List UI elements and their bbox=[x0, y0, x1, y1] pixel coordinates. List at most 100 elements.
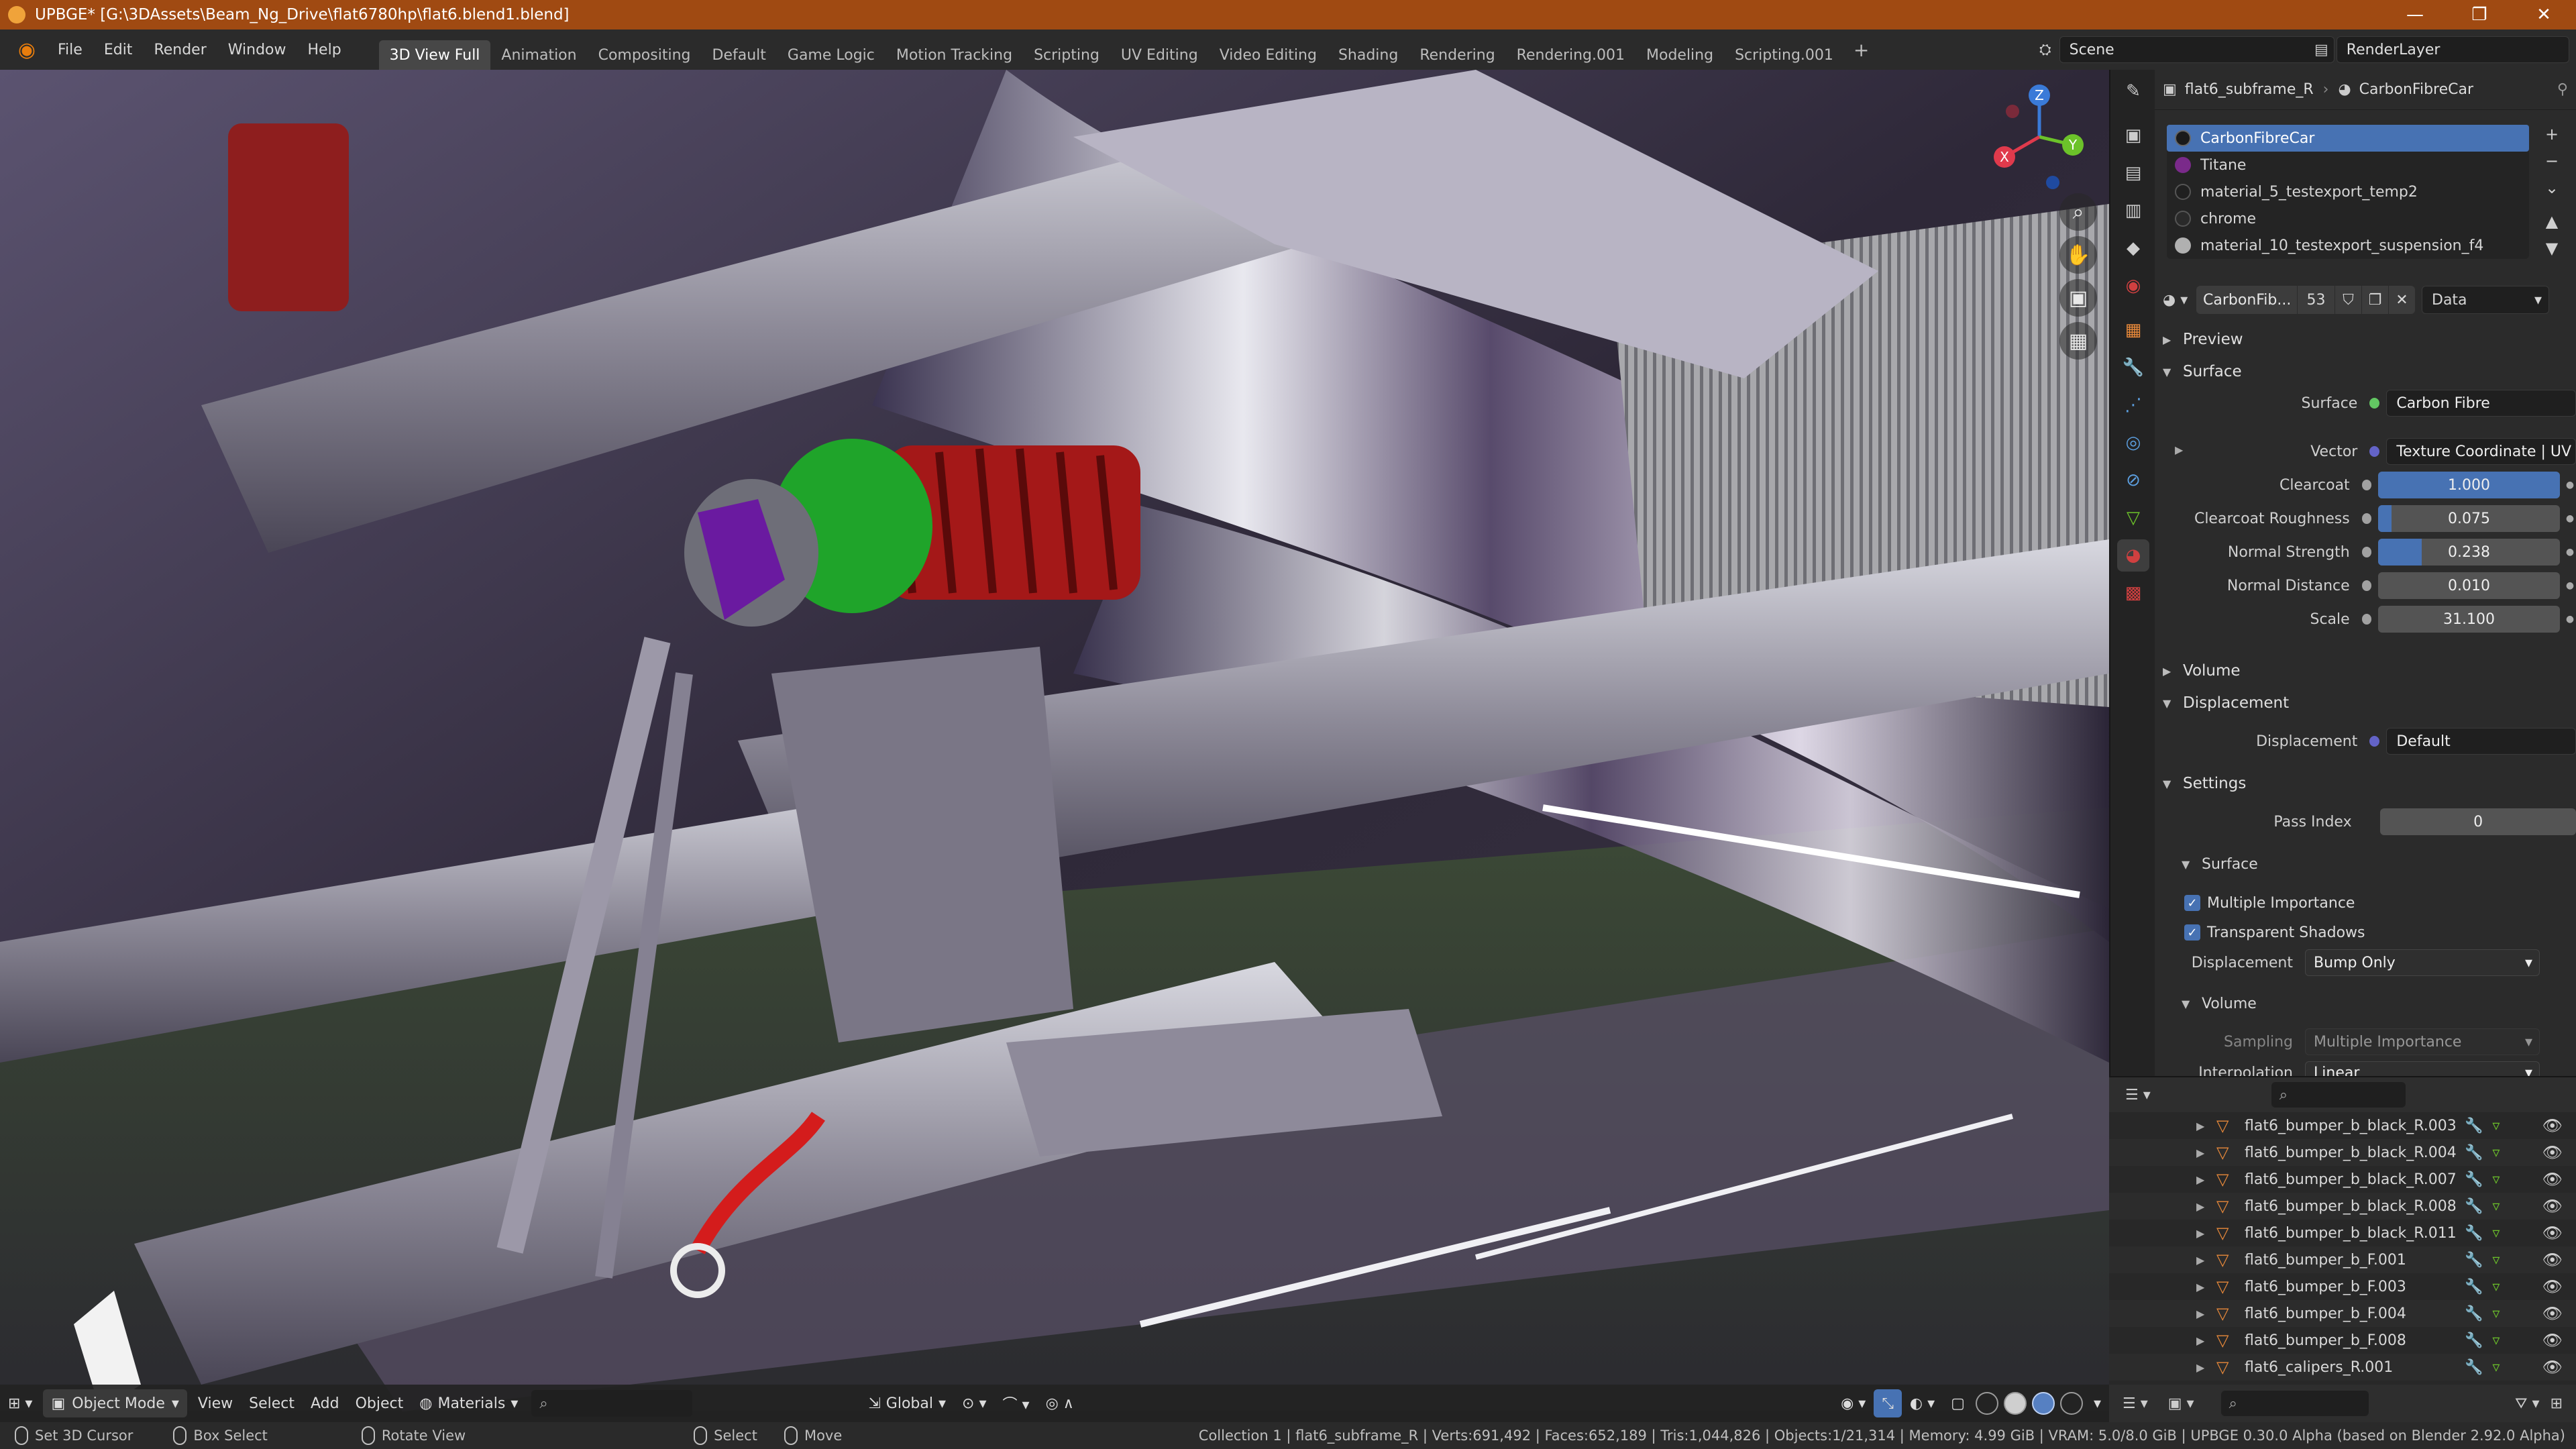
eye-icon[interactable]: 👁 bbox=[2542, 1331, 2563, 1350]
expand-arrow-icon[interactable]: ▶ bbox=[2196, 1120, 2216, 1132]
pan-hand-icon[interactable]: ✋ bbox=[2059, 236, 2097, 274]
shading-material-icon[interactable] bbox=[2031, 1392, 2055, 1415]
view-layer-name[interactable]: RenderLayer bbox=[2336, 36, 2569, 63]
add-workspace-button[interactable]: + bbox=[1844, 39, 1878, 61]
unlink-material-icon[interactable]: ✕ bbox=[2388, 286, 2415, 314]
eye-icon[interactable]: 👁 bbox=[2542, 1250, 2563, 1269]
eye-icon[interactable]: 👁 bbox=[2542, 1170, 2563, 1189]
wrench-icon[interactable]: 🔧 bbox=[2465, 1332, 2483, 1349]
material-slot[interactable]: Titane bbox=[2167, 152, 2529, 178]
clearcoat-roughness-slider[interactable]: 0.075 bbox=[2378, 505, 2560, 532]
surface-shader-field[interactable]: Carbon Fibre bbox=[2386, 390, 2576, 417]
eye-icon[interactable]: 👁 bbox=[2542, 1277, 2563, 1296]
expand-arrow-icon[interactable]: ▶ bbox=[2196, 1334, 2216, 1347]
viewport-render[interactable] bbox=[0, 70, 2109, 1411]
mesh-data-icon[interactable]: ▿ bbox=[2492, 1332, 2500, 1349]
minimize-button[interactable]: — bbox=[2383, 0, 2447, 30]
tab-compositing[interactable]: Compositing bbox=[588, 40, 702, 70]
wrench-icon[interactable]: 🔧 bbox=[2465, 1279, 2483, 1295]
transparent-shadows-checkbox[interactable]: ✓ Transparent Shadows bbox=[2184, 919, 2385, 946]
material-link-dropdown[interactable]: Data ▾ bbox=[2422, 286, 2549, 314]
close-button[interactable]: ✕ bbox=[2512, 0, 2576, 30]
eye-icon[interactable]: 👁 bbox=[2542, 1224, 2563, 1242]
proportional-edit-icon[interactable]: ◎ ∧ bbox=[1038, 1389, 1082, 1417]
view-layer-tab-icon[interactable]: ▥ bbox=[2117, 195, 2149, 227]
tab-uv-editing[interactable]: UV Editing bbox=[1110, 40, 1209, 70]
outliner-bottom-search-input[interactable]: ⌕ bbox=[2220, 1391, 2369, 1416]
list-item[interactable]: ▶ ▽ flat6_bumper_b_black_R.004 🔧 ▿ 👁 bbox=[2109, 1139, 2576, 1166]
scene-name[interactable]: Scene bbox=[2059, 36, 2334, 63]
outliner-search-input[interactable]: ⌕ bbox=[2271, 1082, 2406, 1108]
eye-icon[interactable]: 👁 bbox=[2542, 1197, 2563, 1216]
chevron-right-icon[interactable]: ▶ bbox=[2175, 443, 2183, 456]
browse-material-icon[interactable]: ◕ ▾ bbox=[2163, 292, 2196, 309]
material-slot[interactable]: material_10_testexport_suspension_f4 bbox=[2167, 232, 2529, 259]
vector-field[interactable]: Texture Coordinate | UV bbox=[2386, 438, 2576, 465]
world-tab-icon[interactable]: ◉ bbox=[2117, 270, 2149, 302]
constraints-tab-icon[interactable]: ⊘ bbox=[2117, 464, 2149, 496]
render-tab-icon[interactable]: ▣ bbox=[2117, 119, 2149, 152]
expand-arrow-icon[interactable]: ▶ bbox=[2196, 1200, 2216, 1213]
menu-add[interactable]: Add bbox=[303, 1389, 347, 1417]
list-item[interactable]: ▶ ▽ flat6_bumper_b_F.003 🔧 ▿ 👁 bbox=[2109, 1273, 2576, 1300]
mesh-data-icon[interactable]: ▿ bbox=[2492, 1118, 2500, 1134]
data-tab-icon[interactable]: ▽ bbox=[2117, 502, 2149, 534]
tab-rendering-001[interactable]: Rendering.001 bbox=[1506, 40, 1635, 70]
shading-materials-dropdown[interactable]: ◍ Materials ▾ bbox=[411, 1389, 526, 1417]
fake-user-shield-icon[interactable]: ⛉ bbox=[2334, 286, 2361, 314]
physics-tab-icon[interactable]: ◎ bbox=[2117, 427, 2149, 459]
mesh-data-icon[interactable]: ▿ bbox=[2492, 1198, 2500, 1215]
add-slot-button[interactable]: + bbox=[2538, 121, 2565, 148]
tab-game-logic[interactable]: Game Logic bbox=[777, 40, 885, 70]
expand-arrow-icon[interactable]: ▶ bbox=[2196, 1254, 2216, 1267]
scene-selector[interactable]: ⛭ Scene bbox=[2039, 36, 2334, 63]
tab-default[interactable]: Default bbox=[702, 40, 777, 70]
menu-select[interactable]: Select bbox=[241, 1389, 303, 1417]
settings-volume-subpanel-header[interactable]: ▼ Volume bbox=[2182, 989, 2571, 1018]
menu-help[interactable]: Help bbox=[297, 30, 352, 70]
normal-strength-slider[interactable]: 0.238 bbox=[2378, 539, 2560, 566]
material-slot[interactable]: chrome bbox=[2167, 205, 2529, 232]
menu-render[interactable]: Render bbox=[143, 30, 217, 70]
shading-wireframe-icon[interactable] bbox=[1975, 1392, 1998, 1415]
maximize-button[interactable]: ❐ bbox=[2447, 0, 2512, 30]
snap-icon[interactable]: ⌒ ▾ bbox=[995, 1389, 1038, 1417]
tab-scripting[interactable]: Scripting bbox=[1023, 40, 1110, 70]
eye-icon[interactable]: 👁 bbox=[2542, 1358, 2563, 1377]
menu-view[interactable]: View bbox=[190, 1389, 241, 1417]
clearcoat-slider[interactable]: 1.000 bbox=[2378, 472, 2560, 498]
keyframe-dot-icon[interactable]: ● bbox=[2564, 547, 2576, 557]
new-collection-icon[interactable]: ⊞ bbox=[2551, 1395, 2563, 1412]
menu-object[interactable]: Object bbox=[347, 1389, 412, 1417]
tab-shading[interactable]: Shading bbox=[1328, 40, 1409, 70]
3d-viewport[interactable]: Z Y X ⌕ ✋ ▣ ▦ bbox=[0, 70, 2109, 1411]
mesh-data-icon[interactable]: ▿ bbox=[2492, 1359, 2500, 1376]
mesh-data-icon[interactable]: ▿ bbox=[2492, 1144, 2500, 1161]
volume-panel-header[interactable]: ▶ Volume bbox=[2163, 656, 2572, 686]
eye-icon[interactable]: 👁 bbox=[2542, 1304, 2563, 1323]
keyframe-dot-icon[interactable]: ● bbox=[2564, 614, 2576, 625]
tab-modeling[interactable]: Modeling bbox=[1635, 40, 1724, 70]
material-tab-icon[interactable]: ◕ bbox=[2117, 539, 2149, 572]
keyframe-dot-icon[interactable]: ● bbox=[2564, 480, 2576, 490]
zoom-icon[interactable]: ⌕ bbox=[2059, 193, 2097, 231]
filter-icon[interactable]: ⛛ ▾ bbox=[2515, 1395, 2540, 1412]
list-item[interactable]: ▶ ▽ flat6_bumper_b_black_R.011 🔧 ▿ 👁 bbox=[2109, 1220, 2576, 1246]
list-item[interactable]: ▶ ▽ flat6_bumper_b_black_R.008 🔧 ▿ 👁 bbox=[2109, 1193, 2576, 1220]
output-tab-icon[interactable]: ▤ bbox=[2117, 157, 2149, 189]
slot-specials-icon[interactable]: ⌄ bbox=[2538, 174, 2565, 201]
sampling-dropdown[interactable]: Multiple Importance ▾ bbox=[2305, 1028, 2540, 1055]
material-name-field[interactable]: CarbonFib... bbox=[2196, 286, 2297, 314]
tab-3d-view-full[interactable]: 3D View Full bbox=[378, 40, 491, 70]
editor-type-icon[interactable]: ⊞ ▾ bbox=[0, 1389, 40, 1417]
displacement-field[interactable]: Default bbox=[2386, 728, 2576, 755]
mesh-data-icon[interactable]: ▿ bbox=[2492, 1252, 2500, 1269]
material-slot-list[interactable]: CarbonFibreCar Titane material_5_testexp… bbox=[2167, 125, 2529, 259]
list-item[interactable]: ▶ ▽ flat6_bumper_b_F.001 🔧 ▿ 👁 bbox=[2109, 1246, 2576, 1273]
shading-options-icon[interactable]: ▾ bbox=[2086, 1389, 2109, 1417]
gizmo-toggle-icon[interactable]: ⤡ bbox=[1874, 1389, 1902, 1417]
multiple-importance-checkbox[interactable]: ✓ Multiple Importance bbox=[2184, 890, 2385, 916]
tab-rendering[interactable]: Rendering bbox=[1409, 40, 1505, 70]
surface-panel-header[interactable]: ▼ Surface bbox=[2163, 357, 2572, 386]
settings-displacement-dropdown[interactable]: Bump Only ▾ bbox=[2305, 949, 2540, 976]
